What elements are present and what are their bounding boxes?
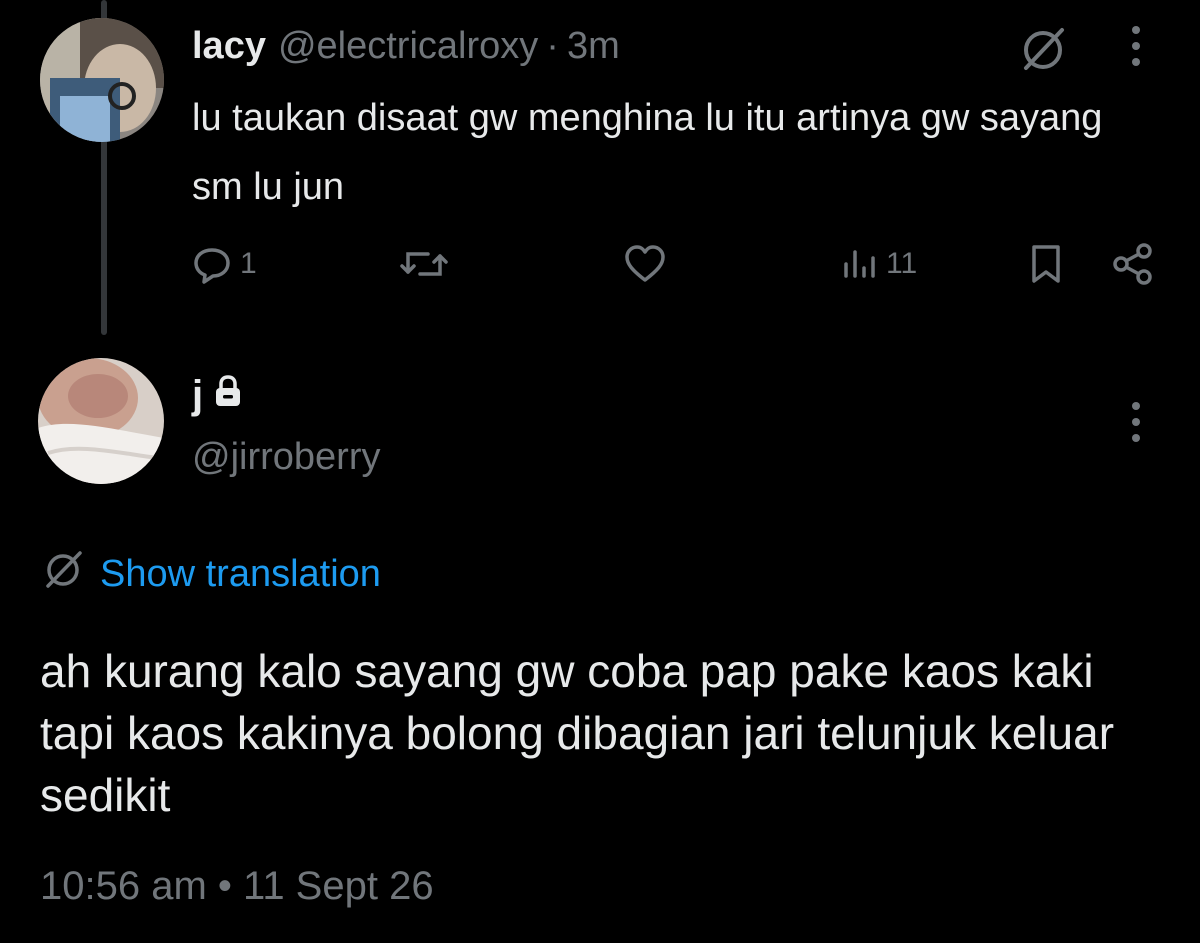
retweet-icon — [398, 242, 450, 286]
show-translation-label: Show translation — [100, 552, 381, 595]
reply-icon — [190, 242, 234, 286]
author-handle[interactable]: @electricalroxy — [278, 25, 538, 68]
globe-slash-icon[interactable] — [1016, 22, 1070, 76]
views-count: 11 — [886, 247, 918, 280]
lock-icon — [213, 373, 243, 418]
tweet-time: 10:56 am — [40, 864, 207, 908]
tweet-date: 11 Sept 26 — [243, 864, 434, 908]
author-name[interactable]: lacy — [192, 25, 266, 68]
separator-dot: · — [546, 24, 559, 67]
globe-slash-icon — [40, 546, 86, 602]
tweet1-header: lacy @electricalroxy · 3m — [192, 20, 620, 72]
show-translation-link[interactable]: Show translation — [40, 550, 381, 598]
tweet-timestamp[interactable]: 10:56 am • 11 Sept 26 — [40, 864, 434, 909]
tweet-text: ah kurang kalo sayang gw coba pap pake k… — [40, 645, 1115, 821]
tweet-actions: 1 11 — [0, 236, 1200, 292]
share-icon — [1110, 242, 1156, 286]
tweet-text: lu taukan disaat gw menghina lu itu arti… — [192, 97, 1103, 208]
author-name-row: j — [192, 370, 243, 420]
like-button[interactable] — [622, 236, 668, 292]
author-handle[interactable]: @jirroberry — [192, 436, 380, 479]
reply-count: 1 — [240, 247, 257, 280]
avatar[interactable] — [40, 18, 164, 142]
views-button[interactable]: 11 — [840, 236, 917, 292]
author-name[interactable]: j — [192, 373, 203, 418]
avatar[interactable] — [38, 358, 164, 484]
more-vertical-icon[interactable] — [1126, 24, 1146, 70]
bookmark-button[interactable] — [1026, 236, 1066, 292]
separator-dot: • — [217, 864, 232, 908]
retweet-button[interactable] — [398, 236, 450, 292]
heart-icon — [622, 242, 668, 286]
tweet-time[interactable]: 3m — [567, 25, 620, 68]
bookmark-icon — [1026, 242, 1066, 286]
more-vertical-icon[interactable] — [1126, 400, 1146, 446]
views-icon — [840, 242, 880, 286]
share-button[interactable] — [1110, 236, 1156, 292]
reply-button[interactable]: 1 — [190, 236, 257, 292]
